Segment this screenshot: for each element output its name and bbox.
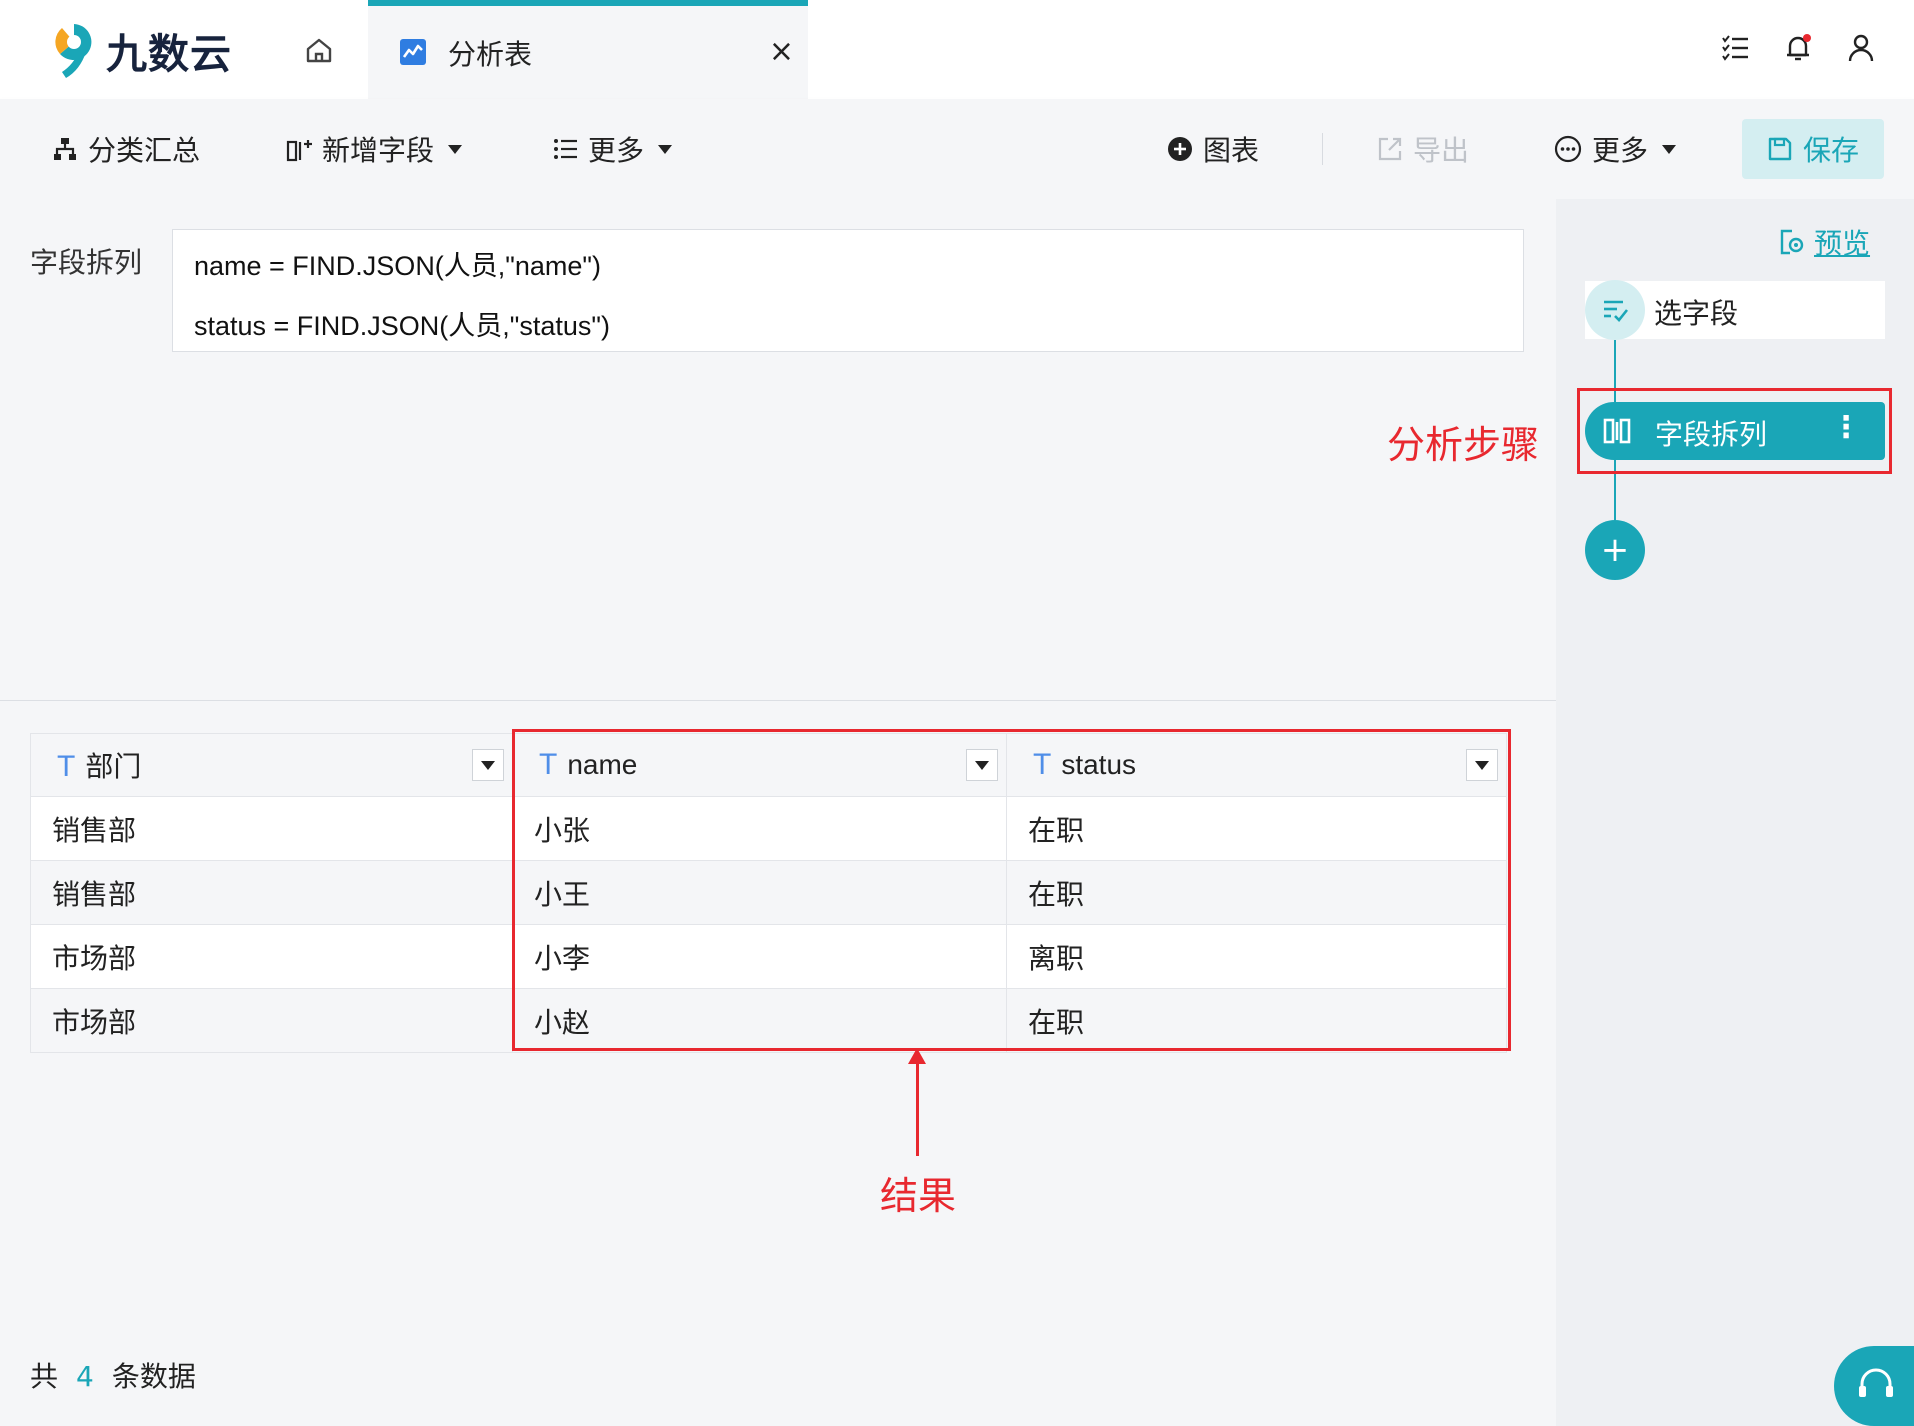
text-type-icon: T	[57, 750, 76, 783]
chevron-down-icon	[1662, 144, 1677, 154]
steps-highlight-box	[1577, 388, 1892, 474]
column-header-dept[interactable]: T 部门	[30, 733, 513, 797]
table-cell: 市场部	[30, 988, 513, 1053]
preview-icon	[1780, 229, 1804, 255]
steps-annotation: 分析步骤	[1387, 423, 1540, 467]
add-field-button[interactable]: 新增字段	[286, 99, 463, 199]
analysis-steps-panel	[1556, 199, 1914, 1426]
home-icon	[306, 38, 332, 62]
logo-icon	[55, 24, 92, 78]
row-count-suffix: 条数据	[111, 1360, 196, 1393]
select-fields-icon	[1585, 280, 1645, 340]
column-dropdown-icon[interactable]	[472, 749, 504, 781]
group-summary-button[interactable]: 分类汇总	[52, 99, 200, 199]
more-left-button[interactable]: 更多	[552, 99, 673, 199]
tab-title: 分析表	[448, 38, 533, 71]
section-divider	[0, 700, 1556, 701]
more-dots-icon	[1554, 135, 1582, 163]
preview-link[interactable]: 预览	[1778, 222, 1870, 262]
customer-service-button[interactable]	[1834, 1346, 1914, 1426]
table-cell: 市场部	[30, 924, 513, 989]
export-icon	[1378, 137, 1402, 161]
tab-analysis-table[interactable]: 分析表 ×	[368, 0, 808, 99]
bell-icon[interactable]	[1782, 32, 1814, 64]
task-list-icon[interactable]	[1720, 32, 1752, 64]
list-icon	[554, 139, 577, 159]
toolbar: 分类汇总 新增字段 更多 图表 导出 更多 保存	[0, 99, 1914, 199]
table-cell: 销售部	[30, 860, 513, 925]
add-step-button[interactable]: +	[1585, 520, 1645, 580]
app-logo[interactable]: 九数云	[50, 18, 232, 82]
plus-circle-icon	[1168, 137, 1192, 161]
app-name: 九数云	[106, 30, 232, 78]
chart-icon	[400, 39, 426, 65]
row-count-value: 4	[76, 1360, 94, 1393]
formula-editor[interactable]: name = FIND.JSON(人员,"name") status = FIN…	[172, 229, 1524, 352]
save-label: 保存	[1802, 134, 1859, 167]
chevron-down-icon	[658, 144, 673, 154]
export-button[interactable]: 导出	[1377, 99, 1469, 199]
editor-label: 字段拆列	[30, 246, 143, 279]
formula-line: status = FIND.JSON(人员,"status")	[194, 311, 610, 341]
close-icon[interactable]: ×	[769, 36, 794, 68]
toolbar-divider	[1322, 133, 1323, 165]
chevron-down-icon	[448, 144, 463, 154]
step-label: 选字段	[1654, 297, 1739, 330]
row-count: 共 4 条数据	[30, 1355, 196, 1395]
more-left-label: 更多	[588, 134, 645, 167]
save-icon	[1768, 137, 1792, 161]
result-annotation: 结果	[880, 1174, 957, 1218]
row-count-prefix: 共	[30, 1360, 59, 1393]
headset-icon	[1859, 1368, 1893, 1397]
result-highlight-box	[512, 729, 1511, 1051]
preview-label: 预览	[1814, 227, 1871, 260]
annotation-arrow	[916, 1060, 919, 1156]
export-label: 导出	[1413, 134, 1470, 167]
add-column-icon	[286, 140, 312, 162]
more-right-button[interactable]: 更多	[1554, 99, 1677, 199]
top-bar: 九数云 分析表 ×	[0, 0, 1914, 99]
table-cell: 销售部	[30, 796, 513, 861]
add-chart-button[interactable]: 图表	[1167, 99, 1259, 199]
user-icon[interactable]	[1845, 32, 1877, 64]
group-summary-label: 分类汇总	[88, 134, 201, 167]
column-name: 部门	[85, 751, 142, 782]
save-button[interactable]: 保存	[1742, 119, 1884, 179]
formula-line: name = FIND.JSON(人员,"name")	[194, 251, 602, 281]
chart-label: 图表	[1203, 134, 1260, 167]
more-right-label: 更多	[1592, 134, 1649, 167]
hierarchy-icon	[54, 138, 76, 160]
tab-home[interactable]	[270, 0, 368, 99]
add-field-label: 新增字段	[322, 134, 435, 167]
